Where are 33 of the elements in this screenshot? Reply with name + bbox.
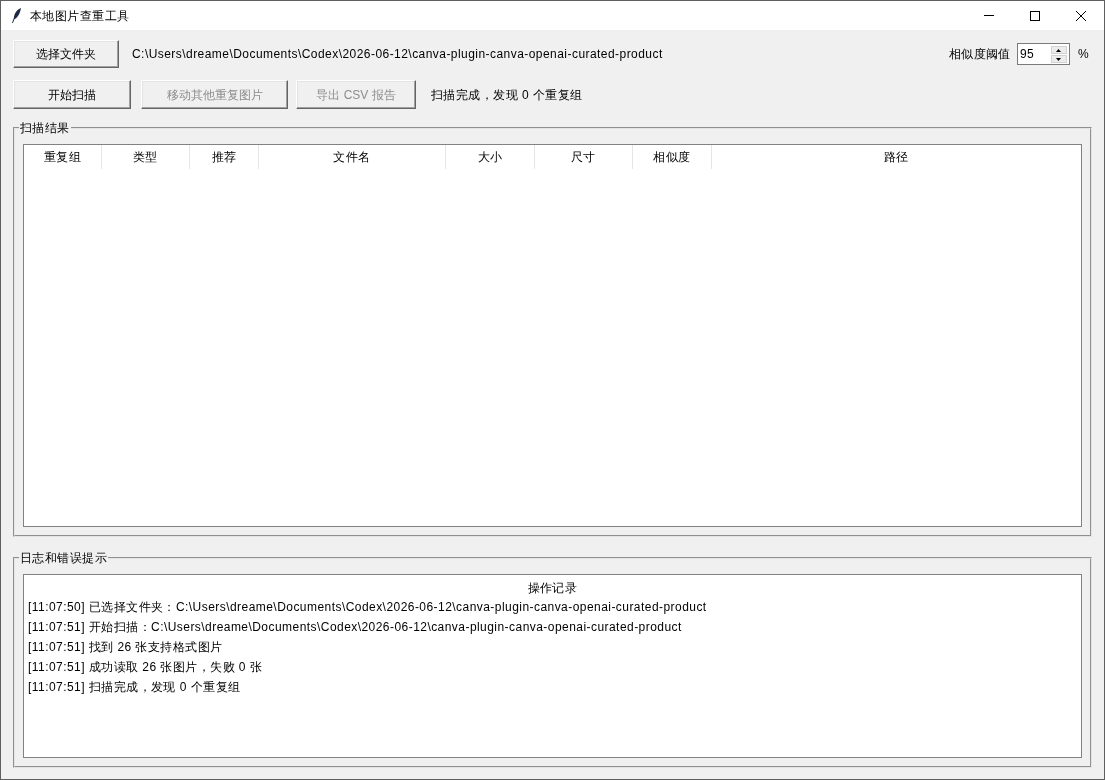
- maximize-icon: [1030, 10, 1040, 21]
- log-line: [11:07:51] 开始扫描：C:\Users\dreame\Documents\Codex\2026-06-12\canva-plugin-canva-openai-curated-product: [28, 619, 683, 636]
- group-title: 日志和错误提示: [19, 550, 109, 566]
- log-heading: 操作记录: [526, 580, 579, 597]
- log-line: [11:07:51] 找到 26 张支持格式图片: [28, 639, 224, 656]
- choose-folder-button[interactable]: 选择文件夹: [13, 40, 119, 68]
- close-icon: [1076, 10, 1086, 21]
- column-header[interactable]: 路径: [712, 145, 1081, 169]
- scan-button[interactable]: 开始扫描: [13, 80, 131, 109]
- folder-path: C:\Users\dreame\Documents\Codex\2026-06-12\canva-plugin-canva-openai-curated-product: [132, 46, 663, 62]
- spin-down-button[interactable]: [1050, 55, 1067, 63]
- column-header[interactable]: 尺寸: [535, 145, 633, 169]
- window-title: 本地图片查重工具: [30, 7, 130, 24]
- up-arrow-icon: [1056, 48, 1062, 52]
- log-line: [11:07:50] 已选择文件夹：C:\Users\dreame\Documents\Codex\2026-06-12\canva-plugin-canva-openai-curated-product: [28, 599, 708, 616]
- down-arrow-icon: [1056, 57, 1062, 61]
- log-line: [11:07:51] 成功读取 26 张图片，失败 0 张: [28, 659, 264, 676]
- feather-icon: [12, 8, 21, 23]
- minimize-icon: [984, 15, 994, 16]
- threshold-spinbox[interactable]: 95: [1016, 43, 1070, 65]
- column-header[interactable]: 相似度: [633, 145, 712, 169]
- threshold-label: 相似度阈值: [948, 46, 1011, 62]
- spin-up-button[interactable]: [1050, 46, 1067, 54]
- column-header[interactable]: 类型: [102, 145, 190, 169]
- column-header[interactable]: 重复组: [24, 145, 102, 169]
- column-header[interactable]: 推荐: [190, 145, 259, 169]
- column-header[interactable]: 大小: [446, 145, 535, 169]
- log-line: [11:07:51] 扫描完成，发现 0 个重复组: [28, 679, 242, 696]
- status-text: 扫描完成，发现 0 个重复组: [431, 86, 583, 103]
- group-title: 扫描结果: [19, 120, 71, 136]
- column-header[interactable]: 文件名: [259, 145, 446, 169]
- threshold-input[interactable]: 95: [1017, 44, 1048, 64]
- percent-label: %: [1077, 46, 1089, 62]
